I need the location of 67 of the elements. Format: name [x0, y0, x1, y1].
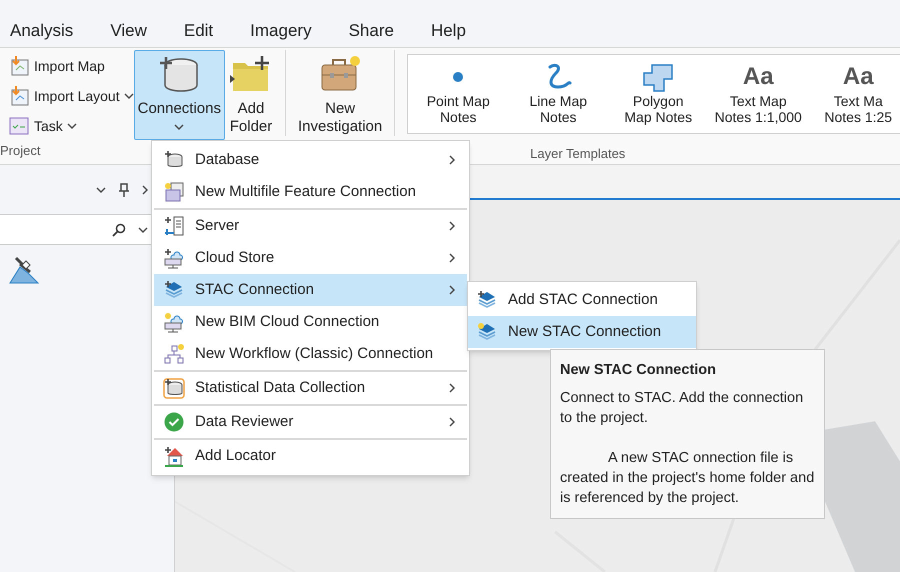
text-sample-icon: Aa [742, 61, 774, 93]
menu-item-label: Statistical Data Collection [195, 378, 366, 398]
gallery-item[interactable]: Aa Text Ma Notes 1:25 [808, 55, 900, 133]
ribbon-tab[interactable]: Analysis [10, 4, 74, 44]
group-label: Project [0, 142, 40, 160]
chevron-icon [96, 186, 106, 192]
group-label: Layer Templates [530, 145, 626, 163]
text-sample-icon: Aa [842, 61, 874, 93]
menu-item-label: Data Reviewer [195, 412, 294, 432]
stacked-files-icon [163, 181, 185, 203]
menu-item[interactable]: Add Locator [154, 440, 467, 472]
gallery-item[interactable]: Point Map Notes [408, 55, 508, 133]
menu-item-label: Add STAC Connection [508, 290, 658, 310]
ribbon-tab[interactable]: Help [430, 4, 466, 44]
menu-item[interactable]: Server [154, 210, 467, 242]
menu-item[interactable]: Database [154, 144, 467, 176]
large-button[interactable]: New Investigation [294, 50, 386, 140]
ribbon-tab[interactable]: Edit [184, 4, 214, 44]
ribbon-tab[interactable]: View [110, 4, 147, 44]
gallery-item[interactable]: Polygon Map Notes [608, 55, 708, 133]
ribbon-button[interactable]: Import Map [8, 53, 105, 79]
task-icon [8, 115, 30, 137]
workflow-icon [163, 343, 185, 365]
gallery-item[interactable]: Line Map Notes [508, 55, 608, 133]
tooltip-text: Connect to STAC. Add the connection to the project. [560, 389, 804, 428]
large-button[interactable]: Connections [134, 50, 225, 140]
layers-icon [163, 279, 185, 301]
tooltip-title: New STAC Connection [560, 361, 718, 380]
menu-item-label: New STAC Connection [508, 322, 662, 342]
database-icon [163, 377, 185, 399]
menu-item-label: New BIM Cloud Connection [195, 312, 380, 332]
menu-item[interactable]: STAC Connection [154, 274, 467, 306]
server-icon [163, 215, 185, 237]
point-icon [453, 72, 464, 82]
tooltip-text: A new STAC onnection file is created in the project's home folder and is referenced by the project. [560, 449, 815, 508]
menu-item-label: STAC Connection [195, 280, 314, 300]
menu-item-label: New Multifile Feature Connection [195, 182, 416, 202]
chevron-icon [142, 184, 148, 194]
menu-item-label: Server [195, 216, 240, 236]
chevron-icon [138, 226, 148, 232]
cloud-server-icon [163, 311, 185, 333]
menu-item-label: Database [195, 150, 260, 170]
menu-item[interactable]: New Multifile Feature Connection [154, 176, 467, 208]
menu-item[interactable]: Data Reviewer [154, 406, 467, 438]
search-icon [112, 222, 126, 236]
house-icon [163, 445, 185, 467]
large-button[interactable]: Add Folder [225, 50, 277, 140]
menu-item[interactable]: New BIM Cloud Connection [154, 306, 467, 338]
layers-icon [476, 289, 498, 311]
menu-item[interactable]: Cloud Store [154, 242, 467, 274]
ribbon-button[interactable]: Import Layout [8, 83, 134, 109]
cloud-server-icon [163, 247, 185, 269]
pin-icon[interactable] [118, 182, 130, 196]
ribbon-tab[interactable]: Share [348, 4, 394, 44]
layers-icon [476, 321, 498, 343]
menu-item[interactable]: New STAC Connection [468, 316, 696, 348]
satellite-icon[interactable] [8, 255, 40, 285]
menu-item-label: Cloud Store [195, 248, 274, 268]
menu-item[interactable]: Statistical Data Collection [154, 372, 467, 404]
menu-item-label: New Workflow (Classic) Connection [195, 344, 434, 364]
menu-item[interactable]: New Workflow (Classic) Connection [154, 338, 467, 370]
menu-item[interactable]: Add STAC Connection [468, 284, 696, 316]
checkmark-icon [163, 411, 185, 433]
gallery-item[interactable]: Aa Text Map Notes 1:1,000 [708, 55, 808, 133]
ribbon-tab[interactable]: Imagery [250, 4, 312, 44]
ribbon-button[interactable]: Task [8, 113, 77, 139]
menu-item-label: Add Locator [195, 446, 276, 466]
